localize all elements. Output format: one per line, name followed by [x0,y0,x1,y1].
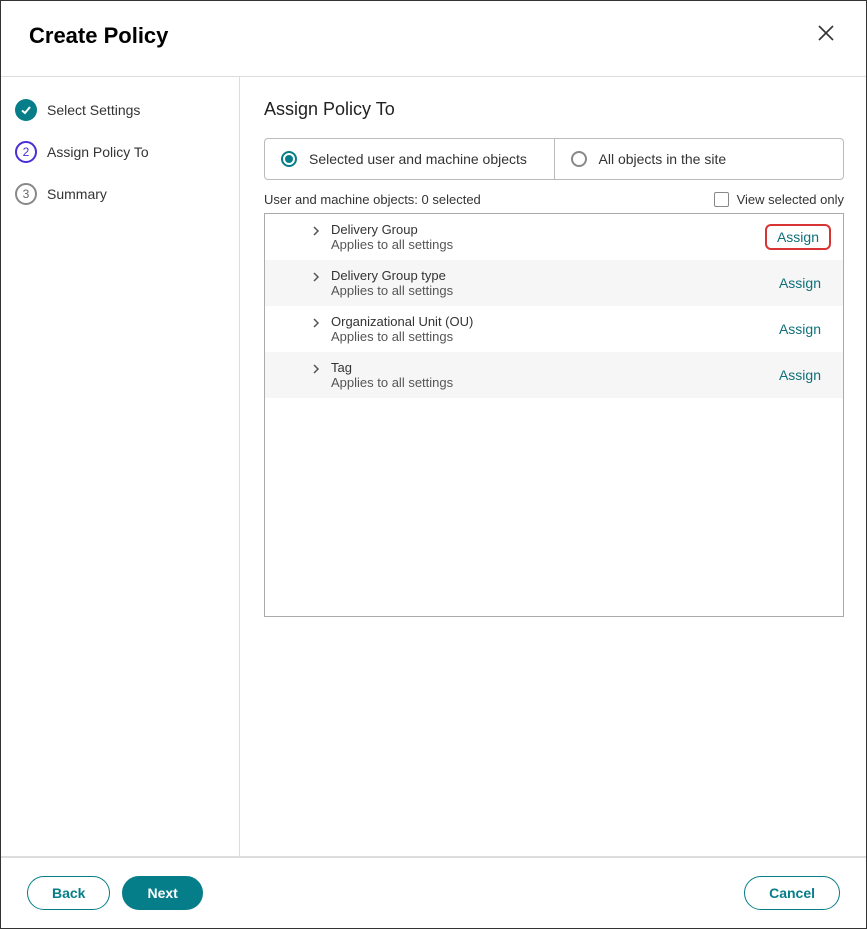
chevron-right-icon[interactable] [311,316,321,334]
cancel-button[interactable]: Cancel [744,876,840,910]
view-selected-toggle[interactable]: View selected only [714,192,844,207]
step-label: Summary [47,186,107,202]
page-heading: Assign Policy To [264,99,844,120]
step-label: Assign Policy To [47,144,149,160]
object-title: Tag [331,360,769,375]
chevron-right-icon[interactable] [311,270,321,288]
radio-all-objects[interactable]: All objects in the site [555,139,844,179]
radio-label: Selected user and machine objects [309,151,527,167]
object-row-delivery-group-type: Delivery Group type Applies to all setti… [265,260,843,306]
step-assign-policy[interactable]: 2 Assign Policy To [15,141,225,163]
object-subtitle: Applies to all settings [331,375,769,390]
object-row-tag: Tag Applies to all settings Assign [265,352,843,398]
object-title: Organizational Unit (OU) [331,314,769,329]
chevron-right-icon[interactable] [311,362,321,380]
view-selected-label: View selected only [737,192,844,207]
object-row-organizational-unit: Organizational Unit (OU) Applies to all … [265,306,843,352]
object-subtitle: Applies to all settings [331,283,769,298]
close-icon[interactable] [814,21,838,50]
radio-icon [571,151,587,167]
object-title: Delivery Group type [331,268,769,283]
object-subtitle: Applies to all settings [331,329,769,344]
scope-radio-group: Selected user and machine objects All ob… [264,138,844,180]
list-toolbar: User and machine objects: 0 selected Vie… [264,192,844,207]
assign-button[interactable]: Assign [769,364,831,386]
dialog-title: Create Policy [29,23,168,49]
object-row-delivery-group: Delivery Group Applies to all settings A… [265,214,843,260]
radio-icon [281,151,297,167]
step-select-settings[interactable]: Select Settings [15,99,225,121]
step-label: Select Settings [47,102,140,118]
checkbox-icon [714,192,729,207]
dialog-footer: Back Next Cancel [1,857,866,928]
assign-button[interactable]: Assign [769,318,831,340]
chevron-right-icon[interactable] [311,224,321,242]
object-list: Delivery Group Applies to all settings A… [264,213,844,617]
object-title: Delivery Group [331,222,765,237]
selection-count-label: User and machine objects: 0 selected [264,192,481,207]
back-button[interactable]: Back [27,876,110,910]
radio-label: All objects in the site [599,151,727,167]
check-icon [15,99,37,121]
step-summary[interactable]: 3 Summary [15,183,225,205]
next-button[interactable]: Next [122,876,202,910]
step-number-icon: 2 [15,141,37,163]
assign-button[interactable]: Assign [765,224,831,250]
step-number-icon: 3 [15,183,37,205]
radio-selected-objects[interactable]: Selected user and machine objects [265,139,555,179]
assign-button[interactable]: Assign [769,272,831,294]
dialog-header: Create Policy [1,1,866,76]
wizard-sidebar: Select Settings 2 Assign Policy To 3 Sum… [1,77,240,856]
main-panel: Assign Policy To Selected user and machi… [240,77,866,856]
object-subtitle: Applies to all settings [331,237,765,252]
